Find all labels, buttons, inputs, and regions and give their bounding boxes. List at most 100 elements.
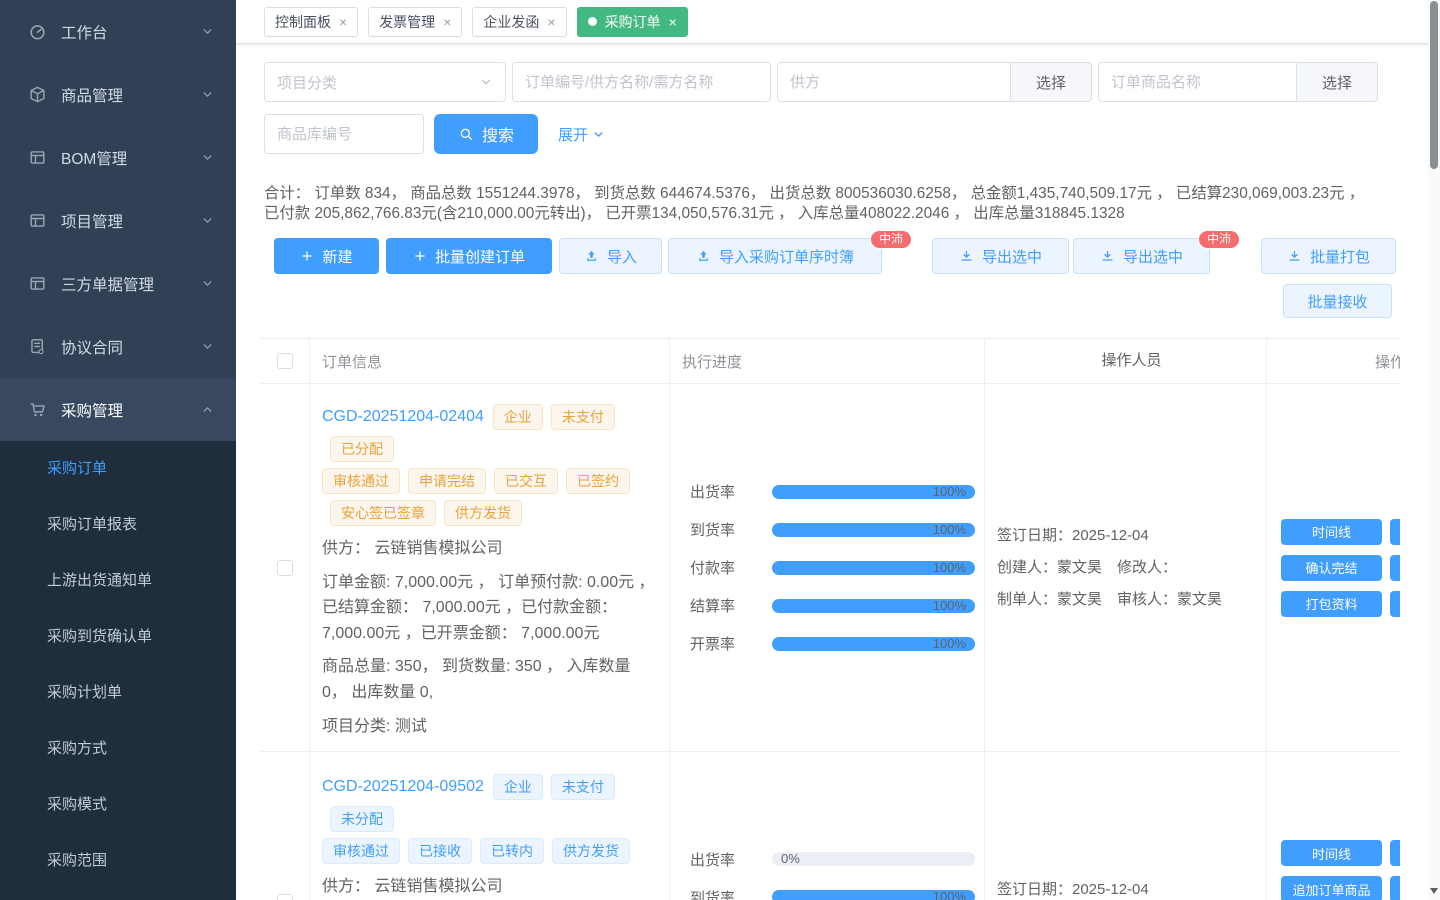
- status-tag: 已接收: [408, 838, 472, 864]
- sidebar-item-workbench[interactable]: 工作台: [0, 0, 236, 63]
- toolbar-row-2: 批量接收: [260, 284, 1392, 318]
- new-button[interactable]: 新建: [274, 238, 379, 274]
- expand-label: 展开: [558, 124, 588, 145]
- column-header-actions: 操作: [1267, 339, 1400, 383]
- column-header-operators: 操作人员: [985, 339, 1267, 383]
- tab-invoice-management[interactable]: 发票管理 ×: [368, 7, 462, 37]
- close-icon[interactable]: ×: [669, 15, 677, 29]
- status-tag: 未分配: [330, 806, 394, 832]
- status-tag: 已交互: [494, 468, 558, 494]
- sidebar-item-purchasing[interactable]: 采购管理: [0, 378, 236, 441]
- batch-pack-label: 批量打包: [1310, 246, 1370, 267]
- project-category-select[interactable]: 项目分类: [264, 62, 506, 102]
- action-button-clipped[interactable]: [1390, 876, 1400, 900]
- sidebar-item-projects[interactable]: 项目管理: [0, 189, 236, 252]
- supplier-text: 供方： 云链销售模拟公司: [322, 874, 659, 900]
- progress-label: 开票率: [690, 633, 760, 654]
- sidebar-item-thirdparty-docs[interactable]: 三方单据管理: [0, 252, 236, 315]
- sidebar-subitem-purchase-modes[interactable]: 采购模式: [0, 777, 236, 833]
- expand-link[interactable]: 展开: [558, 124, 605, 145]
- tab-label: 发票管理: [379, 12, 435, 32]
- import-button[interactable]: 导入: [559, 238, 662, 274]
- action-button-clipped[interactable]: [1390, 840, 1400, 866]
- panel-icon: [28, 148, 47, 167]
- column-header-progress: 执行进度: [670, 339, 985, 383]
- action-button-clipped[interactable]: [1390, 555, 1400, 581]
- select-placeholder: 项目分类: [277, 72, 337, 93]
- actions-cell: 时间线 确认完结 打包资料: [1267, 384, 1400, 751]
- status-tag: 供方发货: [444, 500, 522, 526]
- sidebar-item-bom[interactable]: BOM管理: [0, 126, 236, 189]
- category-text: 项目分类: 测试: [322, 714, 659, 740]
- export-selected-zhongpei-button[interactable]: 导出选中 中沛: [1073, 238, 1210, 274]
- toolbar: 新建 批量创建订单 导入 导入采购订单序时簿 中沛: [264, 238, 1396, 274]
- import-journal-label: 导入采购订单序时簿: [719, 246, 854, 267]
- timeline-button[interactable]: 时间线: [1281, 840, 1382, 866]
- close-icon[interactable]: ×: [443, 15, 451, 29]
- status-tag: 审核通过: [322, 838, 400, 864]
- action-button-clipped[interactable]: [1390, 591, 1400, 617]
- quantities-text: 商品总量: 350， 到货数量: 350 ， 入库数量 0， 出库数量 0,: [322, 654, 659, 705]
- close-icon[interactable]: ×: [547, 15, 555, 29]
- batch-receive-button[interactable]: 批量接收: [1283, 284, 1392, 318]
- sidebar-subitem-purchase-scope[interactable]: 采购范围: [0, 833, 236, 889]
- box-icon: [28, 85, 47, 104]
- sidebar-subitem-purchase-plans[interactable]: 采购计划单: [0, 665, 236, 721]
- sidebar-subitem-purchase-methods[interactable]: 采购方式: [0, 721, 236, 777]
- timeline-button[interactable]: 时间线: [1281, 519, 1382, 545]
- sidebar-item-label: 协议合同: [61, 336, 201, 358]
- sidebar-item-label: 工作台: [61, 21, 201, 43]
- panel-icon: [28, 211, 47, 230]
- sidebar-subitem-purchase-orders[interactable]: 采购订单: [0, 441, 236, 497]
- close-icon[interactable]: ×: [339, 15, 347, 29]
- progress-label: 出货率: [690, 849, 760, 870]
- order-number-link[interactable]: CGD-20251204-09502: [322, 778, 484, 796]
- maker-auditor-text: 制单人：蒙文昊 审核人：蒙文昊: [997, 584, 1266, 616]
- status-tag: 供方发货: [552, 838, 630, 864]
- sku-input[interactable]: [264, 114, 424, 154]
- search-button[interactable]: 搜索: [434, 114, 538, 154]
- keyword-input[interactable]: [512, 62, 771, 102]
- confirm-complete-button[interactable]: 确认完结: [1281, 555, 1382, 581]
- row-checkbox[interactable]: [277, 894, 293, 900]
- order-product-input[interactable]: [1098, 62, 1297, 102]
- sidebar-subitem-arrival-confirmations[interactable]: 采购到货确认单: [0, 609, 236, 665]
- tab-purchase-orders[interactable]: 采购订单 ×: [577, 7, 688, 37]
- progress-value: 100%: [933, 485, 966, 499]
- download-icon: [1100, 249, 1115, 264]
- supplier-input[interactable]: [777, 62, 1011, 102]
- progress-label: 付款率: [690, 557, 760, 578]
- vertical-scrollbar[interactable]: [1428, 0, 1440, 900]
- summary-line-1: 合计： 订单数 834， 商品总数 1551244.3978， 到货总数 644…: [264, 185, 1364, 202]
- batch-pack-button[interactable]: 批量打包: [1261, 238, 1396, 274]
- operators-cell: 签订日期：2025-12-04 创建人：蒙文昊 修改人： 制单人：蒙文昊 审核人…: [985, 384, 1267, 751]
- totals-summary: 合计： 订单数 834， 商品总数 1551244.3978， 到货总数 644…: [264, 184, 1394, 224]
- order-number-link[interactable]: CGD-20251204-02404: [322, 408, 484, 426]
- tab-control-panel[interactable]: 控制面板 ×: [264, 7, 358, 37]
- supplier-select-button[interactable]: 选择: [1011, 62, 1092, 102]
- plus-icon: [300, 249, 314, 263]
- sidebar-item-contracts[interactable]: 协议合同: [0, 315, 236, 378]
- append-order-product-button[interactable]: 追加订单商品: [1281, 876, 1382, 900]
- actions-cell: 时间线 追加订单商品: [1267, 752, 1400, 900]
- action-button-clipped[interactable]: [1390, 519, 1400, 545]
- tab-enterprise-letters[interactable]: 企业发函 ×: [472, 7, 566, 37]
- sidebar-item-products[interactable]: 商品管理: [0, 63, 236, 126]
- sidebar-subitem-upstream-shipping-notices[interactable]: 上游出货通知单: [0, 553, 236, 609]
- progress-value: 100%: [933, 523, 966, 537]
- scrollbar-thumb[interactable]: [1430, 1, 1438, 169]
- sidebar-item-label: BOM管理: [61, 147, 201, 169]
- scrollbar-down-arrow-icon[interactable]: [1430, 888, 1438, 894]
- summary-line-2: 已付款 205,862,766.83元(含210,000.00元转出)， 已开票…: [264, 205, 1125, 222]
- export-selected-button[interactable]: 导出选中: [932, 238, 1069, 274]
- batch-create-button[interactable]: 批量创建订单: [386, 238, 552, 274]
- row-checkbox[interactable]: [277, 560, 293, 576]
- supplier-text: 供方： 云链销售模拟公司: [322, 536, 659, 562]
- product-select-button[interactable]: 选择: [1297, 62, 1378, 102]
- select-all-checkbox[interactable]: [277, 353, 293, 369]
- pack-materials-button[interactable]: 打包资料: [1281, 591, 1382, 617]
- import-journal-button[interactable]: 导入采购订单序时簿 中沛: [668, 238, 882, 274]
- sidebar-subitem-purchase-order-reports[interactable]: 采购订单报表: [0, 497, 236, 553]
- zhongpei-badge: 中沛: [870, 230, 912, 249]
- status-tag: 企业: [493, 404, 543, 430]
